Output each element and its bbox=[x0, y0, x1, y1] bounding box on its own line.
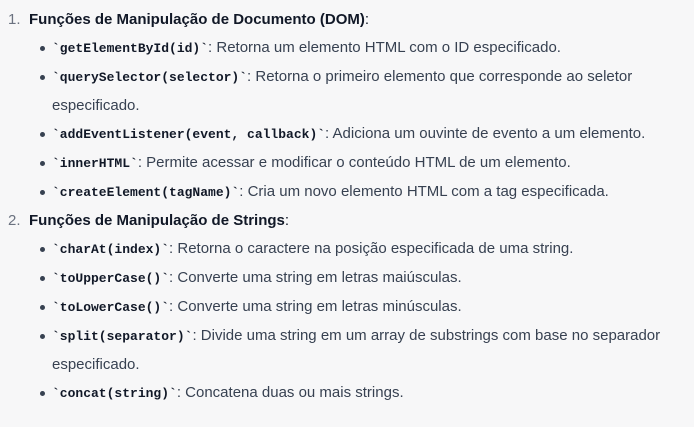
list-item: `getElementById(id)`: Retorna um element… bbox=[29, 34, 664, 63]
item-description: : Cria um novo elemento HTML com a tag e… bbox=[239, 183, 609, 200]
inline-code: `innerHTML` bbox=[52, 156, 138, 171]
list-item: `charAt(index)`: Retorna o caractere na … bbox=[29, 235, 664, 264]
section-title: Funções de Manipulação de Strings: bbox=[29, 207, 694, 235]
bullet-icon bbox=[40, 46, 45, 51]
inline-code: `toLowerCase()` bbox=[52, 300, 170, 315]
bullet-icon bbox=[40, 276, 45, 281]
inline-code: `addEventListener(event, callback)` bbox=[52, 127, 326, 142]
section-title: Funções de Manipulação de Documento (DOM… bbox=[29, 6, 694, 34]
bullet-icon bbox=[40, 132, 45, 137]
section-number: 2. bbox=[8, 212, 21, 229]
bullet-icon bbox=[40, 75, 45, 80]
bullet-icon bbox=[40, 391, 45, 396]
inline-code: `toUpperCase()` bbox=[52, 271, 170, 286]
section-title-text: Funções de Manipulação de Strings bbox=[29, 212, 285, 229]
section-dom: 1. Funções de Manipulação de Documento (… bbox=[0, 6, 694, 207]
inline-code: `split(separator)` bbox=[52, 329, 193, 344]
list-item: `innerHTML`: Permite acessar e modificar… bbox=[29, 149, 664, 178]
document-content: 1. Funções de Manipulação de Documento (… bbox=[0, 0, 694, 427]
list-item: `toUpperCase()`: Converte uma string em … bbox=[29, 264, 664, 293]
section-title-text: Funções de Manipulação de Documento (DOM… bbox=[29, 11, 365, 28]
section-items: `charAt(index)`: Retorna o caractere na … bbox=[29, 235, 694, 408]
bullet-icon bbox=[40, 190, 45, 195]
item-description: : Converte uma string em letras maiúscul… bbox=[169, 269, 462, 286]
function-list: 1. Funções de Manipulação de Documento (… bbox=[0, 0, 694, 408]
section-title-suffix: : bbox=[284, 212, 290, 229]
item-description: : Permite acessar e modificar o conteúdo… bbox=[137, 154, 571, 171]
list-item: `querySelector(selector)`: Retorna o pri… bbox=[29, 63, 664, 120]
list-item: `split(separator)`: Divide uma string em… bbox=[29, 322, 664, 379]
section-title-suffix: : bbox=[364, 11, 370, 28]
bullet-icon bbox=[40, 161, 45, 166]
item-description: : Adiciona um ouvinte de evento a um ele… bbox=[325, 125, 646, 142]
section-items: `getElementById(id)`: Retorna um element… bbox=[29, 34, 694, 207]
item-description: : Concatena duas ou mais strings. bbox=[176, 384, 404, 401]
section-number: 1. bbox=[8, 11, 21, 28]
list-item: `concat(string)`: Concatena duas ou mais… bbox=[29, 379, 664, 408]
bullet-icon bbox=[40, 247, 45, 252]
inline-code: `createElement(tagName)` bbox=[52, 185, 240, 200]
bullet-icon bbox=[40, 305, 45, 310]
item-description: : Retorna o caractere na posição especif… bbox=[169, 240, 574, 257]
inline-code: `getElementById(id)` bbox=[52, 41, 209, 56]
inline-code: `concat(string)` bbox=[52, 386, 177, 401]
list-item: `toLowerCase()`: Converte uma string em … bbox=[29, 293, 664, 322]
list-item: `createElement(tagName)`: Cria um novo e… bbox=[29, 178, 664, 207]
inline-code: `querySelector(selector)` bbox=[52, 70, 248, 85]
list-item: `addEventListener(event, callback)`: Adi… bbox=[29, 120, 664, 149]
section-strings: 2. Funções de Manipulação de Strings: `c… bbox=[0, 207, 694, 408]
inline-code: `charAt(index)` bbox=[52, 242, 170, 257]
bullet-icon bbox=[40, 334, 45, 339]
item-description: : Converte uma string em letras minúscul… bbox=[169, 298, 462, 315]
item-description: : Retorna um elemento HTML com o ID espe… bbox=[208, 39, 561, 56]
